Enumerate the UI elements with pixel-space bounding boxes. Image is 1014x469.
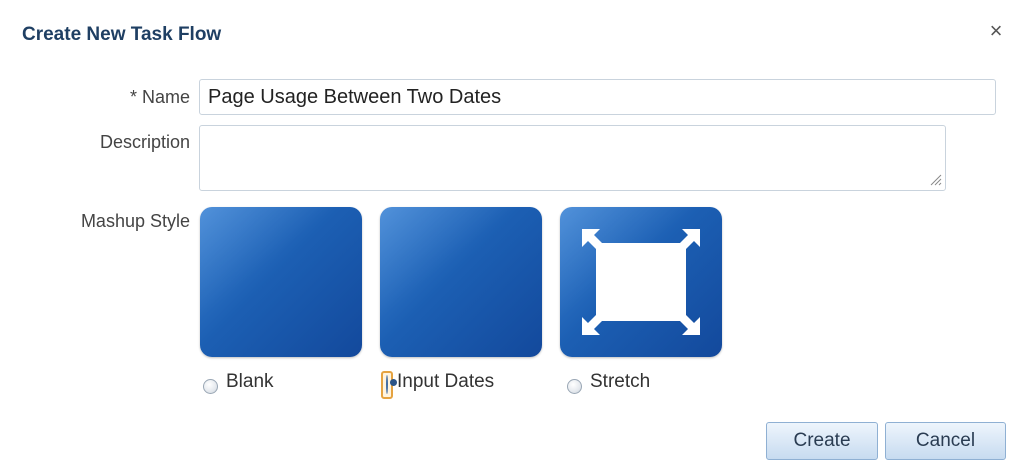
input-dates-radio[interactable]: [386, 375, 388, 394]
radio-option-input-dates[interactable]: Input Dates: [381, 369, 495, 399]
blank-radio[interactable]: [203, 378, 218, 394]
radio-option-blank[interactable]: Blank: [203, 369, 274, 395]
stretch-radio-label: Stretch: [590, 371, 651, 392]
dialog-title: Create New Task Flow: [22, 24, 222, 45]
stretch-arrows-icon: [582, 229, 700, 335]
close-icon[interactable]: ×: [985, 20, 1007, 42]
blank-radio-label: Blank: [226, 371, 274, 392]
input-dates-radio-label: Input Dates: [397, 371, 495, 392]
description-textarea[interactable]: [199, 125, 946, 191]
input-dates-tile-icon[interactable]: [380, 207, 542, 357]
create-task-flow-dialog: Create New Task Flow × * Name Descriptio…: [0, 0, 1014, 469]
blank-tile-icon[interactable]: [200, 207, 362, 357]
name-label: * Name: [129, 87, 190, 107]
stretch-tile-icon[interactable]: [560, 207, 722, 357]
focus-ring: [381, 371, 393, 399]
cancel-button[interactable]: Cancel: [885, 422, 1006, 460]
create-button[interactable]: Create: [766, 422, 878, 460]
radio-option-stretch[interactable]: Stretch: [567, 369, 650, 395]
mashup-style-label: Mashup Style: [80, 211, 190, 231]
stretch-radio[interactable]: [567, 378, 582, 394]
name-input[interactable]: [199, 79, 996, 115]
description-label: Description: [99, 132, 190, 152]
resize-grip-icon[interactable]: [928, 172, 942, 186]
